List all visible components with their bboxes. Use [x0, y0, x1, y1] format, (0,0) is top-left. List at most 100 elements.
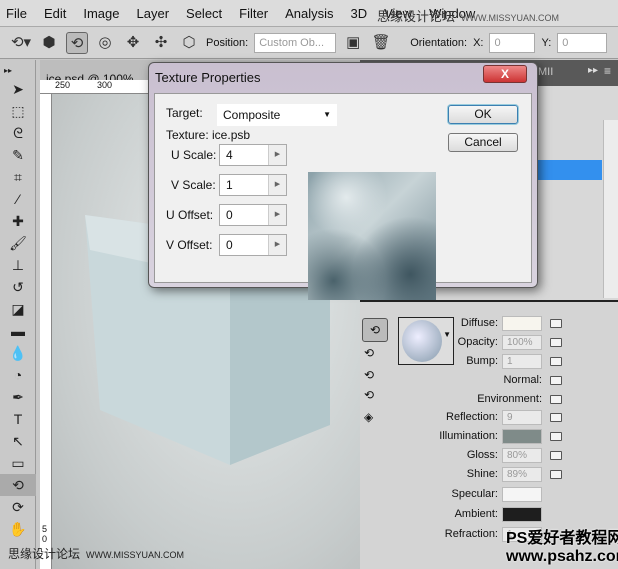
panel-tab[interactable]: MII — [538, 66, 553, 78]
quick-select-icon[interactable]: ✎ — [0, 144, 36, 166]
close-button[interactable]: X — [483, 65, 527, 83]
bump-label: Bump: — [466, 355, 498, 367]
watermark-url: WWW.MISSYUAN.COM — [86, 550, 185, 560]
brush-tool-icon[interactable]: 🖌 — [0, 232, 36, 254]
drag-3d-icon[interactable]: ✥ — [122, 32, 144, 54]
save-icon[interactable]: ▣ — [342, 32, 364, 54]
texture-properties-dialog: Texture Properties X Target: Composite ▼… — [148, 62, 538, 300]
rotate-light-icon[interactable]: ⟲ — [364, 346, 374, 360]
menu-image[interactable]: Image — [83, 6, 119, 21]
material-drop-icon[interactable]: ◈ — [364, 410, 373, 424]
menu-select[interactable]: Select — [186, 6, 222, 21]
texture-file-icon[interactable] — [550, 319, 562, 328]
eraser-tool-icon[interactable]: ◪ — [0, 298, 36, 320]
shine-input[interactable]: 89% — [502, 467, 542, 482]
shape-tool-icon[interactable]: ▭ — [0, 452, 36, 474]
folder-icon[interactable] — [550, 451, 562, 460]
target-select[interactable]: Composite ▼ — [217, 104, 337, 126]
material-picker[interactable]: ▼ — [398, 317, 454, 365]
folder-icon[interactable] — [550, 470, 562, 479]
orientation-x-input[interactable]: 0 — [489, 32, 536, 53]
ambient-color-swatch[interactable] — [502, 507, 542, 522]
v-offset-label: V Offset: — [166, 238, 213, 252]
specular-color-swatch[interactable] — [502, 487, 542, 502]
blur-tool-icon[interactable]: 💧 — [0, 342, 36, 364]
watermark-bottom-right: PS爱好者教程网 www.psahz.com — [506, 530, 618, 566]
healing-brush-icon[interactable]: ✚ — [0, 210, 36, 232]
texture-file-icon[interactable] — [550, 357, 562, 366]
v-scale-value: 1 — [226, 178, 233, 192]
panel-menu-icon[interactable]: ≡ — [604, 64, 611, 78]
dodge-tool-icon[interactable]: ◔ — [0, 364, 36, 386]
folder-icon[interactable] — [550, 376, 562, 385]
crop-tool-icon[interactable]: ⌗ — [0, 166, 36, 188]
slider-arrow-icon[interactable]: ▶ — [268, 205, 286, 225]
scale-3d-icon[interactable]: ⬡ — [178, 32, 200, 54]
scrollbar[interactable] — [603, 120, 618, 298]
rotate-3d-icon[interactable]: ⟲ — [66, 31, 88, 54]
watermark-line1: PS爱好者教程网 — [506, 530, 618, 547]
bump-input[interactable]: 1 — [502, 354, 542, 369]
diffuse-color-swatch[interactable] — [502, 316, 542, 331]
reflection-input[interactable]: 9 — [502, 410, 542, 425]
slide-3d-icon[interactable]: ✣ — [150, 32, 172, 54]
3d-tool-preset-icon[interactable]: ⟲▾ — [10, 32, 32, 54]
u-offset-input[interactable]: 0 ▶ — [219, 204, 287, 226]
orientation-label: Orientation: — [410, 36, 468, 49]
material-select-icon[interactable]: ⟲ — [364, 388, 374, 402]
rotate-mesh-icon[interactable]: ⟲ — [362, 318, 388, 342]
u-scale-input[interactable]: 4 ▶ — [219, 144, 287, 166]
target-value: Composite — [223, 108, 281, 122]
type-tool-icon[interactable]: T — [0, 408, 36, 430]
menu-edit[interactable]: Edit — [44, 6, 66, 21]
watermark-top: 思缘设计论坛 WWW.MISSYUAN.COM — [377, 6, 559, 25]
light-tool-icon[interactable]: ⟲ — [364, 368, 374, 382]
collapse-icon[interactable]: ▸▸ — [0, 60, 36, 78]
x-label: X: — [473, 36, 484, 49]
folder-icon[interactable] — [550, 338, 562, 347]
menu-analysis[interactable]: Analysis — [285, 6, 333, 21]
slider-arrow-icon[interactable]: ▶ — [268, 235, 286, 255]
pen-tool-icon[interactable]: ✒ — [0, 386, 36, 408]
position-select[interactable]: Custom Ob... — [254, 32, 337, 53]
slider-arrow-icon[interactable]: ▶ — [268, 145, 286, 165]
stamp-tool-icon[interactable]: ⊥ — [0, 254, 36, 276]
gloss-input[interactable]: 80% — [502, 448, 542, 463]
hand-tool-icon[interactable]: ✋ — [0, 518, 36, 540]
panel-collapse-icon[interactable]: ▸▸ — [588, 65, 598, 76]
opacity-label: Opacity: — [457, 336, 498, 348]
3d-rotate-tool-icon[interactable]: ⟲ — [0, 474, 36, 496]
cancel-button[interactable]: Cancel — [448, 133, 518, 152]
roll-3d-icon[interactable]: ◎ — [94, 32, 116, 54]
reflection-label: Reflection: — [446, 411, 498, 423]
gradient-tool-icon[interactable]: ▬ — [0, 320, 36, 342]
path-select-icon[interactable]: ↖ — [0, 430, 36, 452]
slider-arrow-icon[interactable]: ▶ — [268, 175, 286, 195]
ok-button[interactable]: OK — [448, 105, 518, 124]
menu-file[interactable]: File — [6, 6, 27, 21]
eyedropper-icon[interactable]: ⁄ — [0, 188, 36, 210]
folder-icon[interactable] — [550, 413, 562, 422]
menu-layer[interactable]: Layer — [137, 6, 170, 21]
orientation-y-input[interactable]: 0 — [557, 32, 608, 53]
delete-icon[interactable]: 🗑 — [370, 32, 392, 54]
v-offset-input[interactable]: 0 ▶ — [219, 234, 287, 256]
menu-filter[interactable]: Filter — [239, 6, 268, 21]
u-scale-value: 4 — [226, 148, 233, 162]
move-tool-icon[interactable]: ➤ — [0, 78, 36, 100]
opacity-input[interactable]: 100% — [502, 335, 542, 350]
marquee-tool-icon[interactable]: ⬚ — [0, 100, 36, 122]
ruler-label: 5 — [42, 524, 48, 534]
history-brush-icon[interactable]: ↺ — [0, 276, 36, 298]
illumination-color-swatch[interactable] — [502, 429, 542, 444]
folder-icon[interactable] — [550, 395, 562, 404]
v-offset-value: 0 — [226, 238, 233, 252]
menu-3d[interactable]: 3D — [350, 6, 367, 21]
folder-icon[interactable] — [550, 432, 562, 441]
texture-label: Texture: ice.psb — [166, 128, 251, 142]
3d-camera-tool-icon[interactable]: ⟳ — [0, 496, 36, 518]
return-to-initial-icon[interactable]: ⬢ — [38, 32, 60, 54]
v-scale-input[interactable]: 1 ▶ — [219, 174, 287, 196]
u-offset-value: 0 — [226, 208, 233, 222]
lasso-tool-icon[interactable]: ᘓ — [0, 122, 36, 144]
